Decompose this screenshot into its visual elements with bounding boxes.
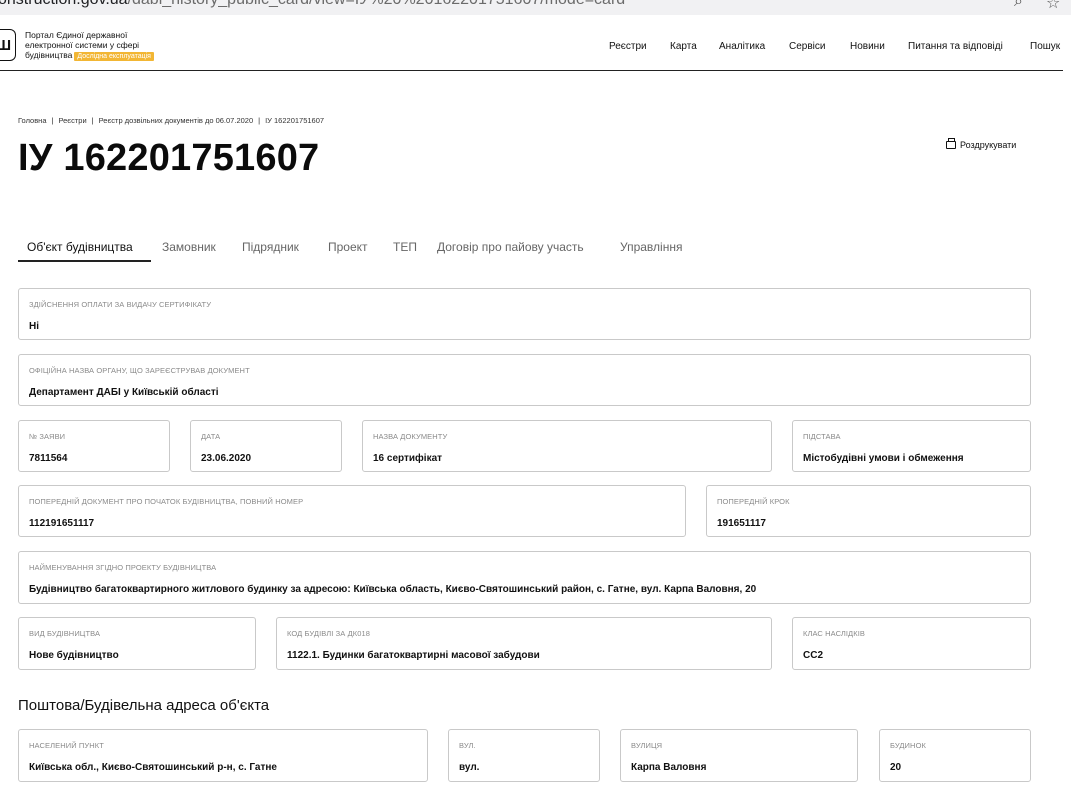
field-authority: Офіційна назва органу, що зареєстрував д…	[18, 354, 1031, 406]
breadcrumb-current: ІУ 162201751607	[265, 116, 325, 125]
breadcrumb-registry[interactable]: Реєстр дозвільних документів до 06.07.20…	[99, 116, 254, 125]
field-basis: Підстава Містобудівні умови і обмеження	[792, 420, 1031, 472]
breadcrumb-home[interactable]: Головна	[18, 116, 47, 125]
field-building-code: Код будівлі за ДК018 1122.1. Будинки баг…	[276, 617, 772, 670]
field-previous-step: Попередній крок 191651117	[706, 485, 1031, 537]
field-payment: Здійснення оплати за видачу сертифікату …	[18, 288, 1031, 340]
nav-registries[interactable]: Реєстри	[609, 41, 647, 52]
tab-construction-object[interactable]: Об'єкт будівництва	[27, 240, 133, 254]
field-consequence-class: Клас наслідків CC2	[792, 617, 1031, 670]
field-house: Будинок 20	[879, 729, 1031, 782]
browser-url-bar[interactable]: onstruction.gov.ua/dabi_history_public_c…	[0, 0, 1071, 15]
active-tab-indicator	[18, 260, 151, 262]
tab-customer[interactable]: Замовник	[162, 240, 216, 254]
print-button[interactable]: Роздрукувати	[946, 138, 1016, 150]
breadcrumb: Головна | Реєстри | Реєстр дозвільних докуме…	[18, 116, 325, 125]
field-previous-document: Попередній документ про початок будівниц…	[18, 485, 686, 537]
breadcrumb-registries[interactable]: Реєстри	[58, 116, 86, 125]
search-icon[interactable]: ⌕	[1014, 0, 1023, 11]
header-divider	[0, 70, 1063, 71]
url-text[interactable]: onstruction.gov.ua/dabi_history_public_c…	[0, 0, 625, 9]
field-street: Вулиця Карпа Валовня	[620, 729, 858, 782]
field-construction-type: Вид будівництва Нове будівництво	[18, 617, 256, 670]
nav-map[interactable]: Карта	[670, 41, 697, 52]
portal-brand[interactable]: Портал Єдиної державної електронної сист…	[25, 30, 185, 61]
trident-logo-icon[interactable]: Ш	[0, 29, 16, 61]
field-settlement: Населений пункт Київська обл., Києво-Свя…	[18, 729, 428, 782]
field-application-number: № заяви 7811564	[18, 420, 170, 472]
field-street-type: Вул. вул.	[448, 729, 600, 782]
site-header: Ш Портал Єдиної державної електронної си…	[0, 15, 1071, 71]
page-title: ІУ 162201751607	[18, 137, 320, 179]
tab-share-agreement[interactable]: Договір про пайову участь	[437, 240, 584, 254]
printer-icon	[946, 138, 956, 149]
address-section-title: Поштова/Будівельна адреса об'єкта	[18, 697, 270, 714]
tab-project[interactable]: Проект	[328, 240, 368, 254]
nav-faq[interactable]: Питання та відповіді	[908, 41, 1003, 52]
star-icon[interactable]: ☆	[1046, 0, 1060, 13]
field-date: Дата 23.06.2020	[190, 420, 342, 472]
field-document-name: Назва документу 16 сертифікат	[362, 420, 772, 472]
tab-management[interactable]: Управління	[620, 240, 682, 254]
nav-analytics[interactable]: Аналітика	[719, 41, 765, 52]
nav-search[interactable]: Пошук	[1030, 41, 1060, 52]
tab-contractor[interactable]: Підрядник	[242, 240, 299, 254]
nav-news[interactable]: Новини	[850, 41, 885, 52]
nav-services[interactable]: Сервіси	[789, 41, 825, 52]
beta-badge: Дослідна експлуатація	[74, 52, 154, 61]
tab-tep[interactable]: ТЕП	[393, 240, 417, 254]
field-project-name: Найменування згідно проекту будівництва …	[18, 551, 1031, 604]
